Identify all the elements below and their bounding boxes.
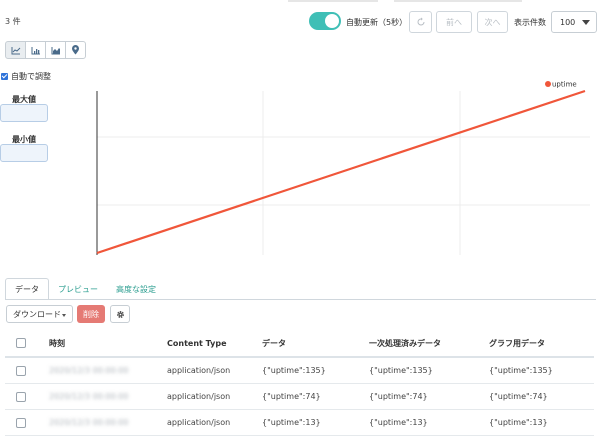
tab-divider [5, 299, 596, 300]
cell-data: {"uptime":13} [262, 418, 321, 427]
cell-data: {"uptime":135} [262, 366, 326, 375]
settings-button[interactable] [110, 305, 130, 323]
delete-button[interactable]: 削除 [77, 305, 105, 323]
table-row[interactable]: 2020/12/3 00:00:00 application/json {"upti… [5, 384, 594, 410]
legend-label: uptime [552, 81, 577, 89]
cell-graph: {"uptime":135} [489, 366, 553, 375]
download-button[interactable]: ダウンロード [6, 305, 73, 323]
header-content-type: Content Type [167, 338, 227, 348]
cell-time: 2020/12/3 00:00:00 [49, 392, 129, 401]
data-table: 時刻 Content Type データ 一次処理済みデータ グラフ用データ 20… [5, 330, 594, 436]
cell-processed: {"uptime":135} [369, 366, 433, 375]
select-all-checkbox[interactable] [16, 338, 26, 348]
tab-data[interactable]: データ [5, 278, 49, 300]
header-data: データ [262, 338, 286, 348]
tab-advanced[interactable]: 高度な設定 [107, 278, 165, 300]
row-checkbox[interactable] [16, 417, 26, 428]
tab-preview[interactable]: プレビュー [49, 278, 107, 300]
row-select-cell [16, 384, 26, 409]
cell-time: 2020/12/3 00:00:00 [49, 418, 129, 427]
gear-icon [116, 310, 124, 318]
cell-time: 2020/12/3 00:00:00 [49, 366, 129, 375]
table-row[interactable]: 2020/12/3 00:00:00 application/json {"upti… [5, 358, 594, 384]
cell-processed: {"uptime":74} [369, 392, 428, 401]
cell-graph: {"uptime":13} [489, 418, 548, 427]
uptime-chart: uptime [96, 81, 590, 255]
uptime-series-line [96, 89, 586, 255]
header-time: 時刻 [49, 338, 65, 348]
row-select-cell [16, 358, 26, 383]
tab-bar: データ プレビュー 高度な設定 [5, 278, 165, 300]
table-header: 時刻 Content Type データ 一次処理済みデータ グラフ用データ [5, 330, 594, 358]
cell-content-type: application/json [167, 366, 231, 375]
header-graph: グラフ用データ [489, 338, 545, 348]
table-row[interactable]: 2020/12/3 00:00:00 application/json {"upti… [5, 410, 594, 436]
cell-graph: {"uptime":74} [489, 392, 548, 401]
download-label: ダウンロード [13, 309, 61, 319]
chart-grid [97, 91, 590, 255]
header-processed: 一次処理済みデータ [369, 338, 441, 348]
cell-data: {"uptime":74} [262, 392, 321, 401]
legend-marker [545, 81, 551, 87]
cell-processed: {"uptime":13} [369, 418, 428, 427]
row-select-cell [16, 410, 26, 435]
cell-content-type: application/json [167, 392, 231, 401]
caret-down-icon [62, 314, 66, 317]
cell-content-type: application/json [167, 418, 231, 427]
row-checkbox[interactable] [16, 391, 26, 402]
select-all-cell [16, 330, 26, 356]
row-checkbox[interactable] [16, 365, 26, 376]
